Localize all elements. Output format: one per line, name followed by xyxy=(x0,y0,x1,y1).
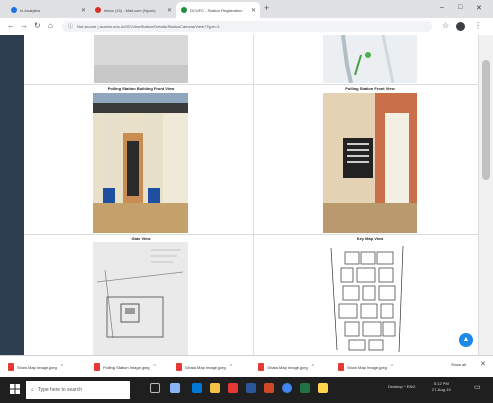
clock-date: 27-Aug-19 xyxy=(432,387,451,392)
download-item[interactable]: Polling Station Image.jpeg ^ xyxy=(94,362,156,372)
downloads-bar xyxy=(0,355,493,378)
edge-icon[interactable] xyxy=(192,383,202,393)
task-view-icon[interactable] xyxy=(150,383,160,393)
download-item[interactable]: Show Map Image.jpeg ^ xyxy=(338,362,393,372)
chevron-up-icon[interactable]: ^ xyxy=(312,364,314,370)
chevron-up-icon[interactable]: ^ xyxy=(230,364,232,370)
chrome-icon[interactable] xyxy=(282,383,292,393)
close-icon[interactable]: ✕ xyxy=(480,360,486,368)
top-right-map[interactable] xyxy=(323,35,417,83)
show-all-button[interactable]: Show all xyxy=(451,362,466,367)
more-menu-icon[interactable]: ⋮ xyxy=(474,21,482,30)
tab-title: DCUFC - Station Registration xyxy=(190,7,243,13)
word-icon[interactable] xyxy=(246,383,256,393)
file-icon xyxy=(94,363,100,371)
close-window-icon[interactable]: ✕ xyxy=(476,4,482,12)
file-icon xyxy=(8,363,14,371)
download-item[interactable]: Ghata Map Image.jpeg ^ xyxy=(176,362,232,372)
browser-tab-2[interactable]: Inbox (15) - Mail.com (Nyoni) ✕ xyxy=(90,2,176,18)
excel-icon[interactable] xyxy=(300,383,310,393)
folder-icon[interactable] xyxy=(318,383,328,393)
photo-caption: Polling Station Front View xyxy=(345,86,395,91)
notification-icon[interactable]: ▭ xyxy=(474,383,481,391)
tab-favicon-icon xyxy=(11,7,17,13)
search-placeholder: Type here to search xyxy=(37,387,83,393)
photo-caption: Polling Station Building Front View xyxy=(107,86,175,91)
back-icon[interactable]: ← xyxy=(7,21,15,30)
download-item[interactable]: Ghata Map Image.jpeg ^ xyxy=(258,362,314,372)
maximize-icon[interactable]: □ xyxy=(458,4,462,11)
tab-title: In Analytics xyxy=(20,7,41,13)
powerpoint-icon[interactable] xyxy=(264,383,274,393)
photo-caption: Key Map View xyxy=(356,236,384,241)
app-icon[interactable] xyxy=(228,383,238,393)
gate-view-sketch[interactable] xyxy=(93,242,188,355)
chevron-up-icon[interactable]: ^ xyxy=(153,364,155,370)
file-icon xyxy=(338,363,344,371)
system-tray[interactable]: Desktop ^ ENG xyxy=(388,384,415,389)
new-tab-button[interactable]: + xyxy=(264,3,269,13)
app-icon[interactable] xyxy=(170,383,180,393)
address-bar[interactable]: ⓘ Not secure | acsmis.edu.in/GE/ViewStat… xyxy=(62,21,432,32)
minimize-icon[interactable]: – xyxy=(440,4,444,11)
download-filename: Ghata Map Image.jpeg xyxy=(185,364,226,370)
tab-title: Inbox (15) - Mail.com (Nyoni) xyxy=(104,7,156,13)
download-filename: Polling Station Image.jpeg xyxy=(103,364,150,370)
download-filename: Show Map Image.jpeg xyxy=(17,364,57,370)
windows-start-icon[interactable] xyxy=(10,384,20,394)
browser-tab-active[interactable]: DCUFC - Station Registration ✕ xyxy=(176,2,260,18)
bookmark-star-icon[interactable]: ☆ xyxy=(442,21,449,30)
file-icon xyxy=(176,363,182,371)
close-tab-icon[interactable]: ✕ xyxy=(81,7,86,14)
arrow-up-icon: ▲ xyxy=(462,336,470,343)
left-sidebar xyxy=(0,35,24,355)
profile-avatar[interactable] xyxy=(456,22,465,31)
file-explorer-icon[interactable] xyxy=(210,383,220,393)
download-item[interactable]: Show Map Image.jpeg ^ xyxy=(8,362,63,372)
tab-favicon-icon xyxy=(181,7,187,13)
chevron-up-icon[interactable]: ^ xyxy=(61,364,63,370)
reload-icon[interactable]: ↻ xyxy=(34,21,41,30)
tab-favicon-icon xyxy=(95,7,101,13)
home-icon[interactable]: ⌂ xyxy=(48,21,53,30)
address-text: Not secure | acsmis.edu.in/GE/ViewStatio… xyxy=(77,24,220,29)
top-left-photo[interactable] xyxy=(94,35,188,83)
search-icon: ⌕ xyxy=(31,387,34,393)
file-icon xyxy=(258,363,264,371)
download-filename: Ghata Map Image.jpeg xyxy=(267,364,308,370)
chevron-up-icon[interactable]: ^ xyxy=(391,364,393,370)
station-front-photo[interactable] xyxy=(323,93,417,233)
taskbar-search-input[interactable]: ⌕ Type here to search xyxy=(26,381,130,399)
taskbar-clock[interactable]: 5:12 PM 27-Aug-19 xyxy=(432,381,451,393)
photo-caption: Gate View xyxy=(131,236,151,241)
scroll-top-button[interactable]: ▲ xyxy=(459,333,473,347)
key-map-sketch[interactable] xyxy=(323,242,417,355)
download-filename: Show Map Image.jpeg xyxy=(347,364,387,370)
browser-tab-1[interactable]: In Analytics ✕ xyxy=(6,2,90,18)
info-icon[interactable]: ⓘ xyxy=(68,23,73,30)
close-tab-icon[interactable]: ✕ xyxy=(167,7,172,14)
building-front-photo[interactable] xyxy=(93,93,188,233)
forward-icon[interactable]: → xyxy=(20,21,28,30)
close-tab-icon[interactable]: ✕ xyxy=(251,7,256,14)
scrollbar-thumb[interactable] xyxy=(482,60,490,180)
